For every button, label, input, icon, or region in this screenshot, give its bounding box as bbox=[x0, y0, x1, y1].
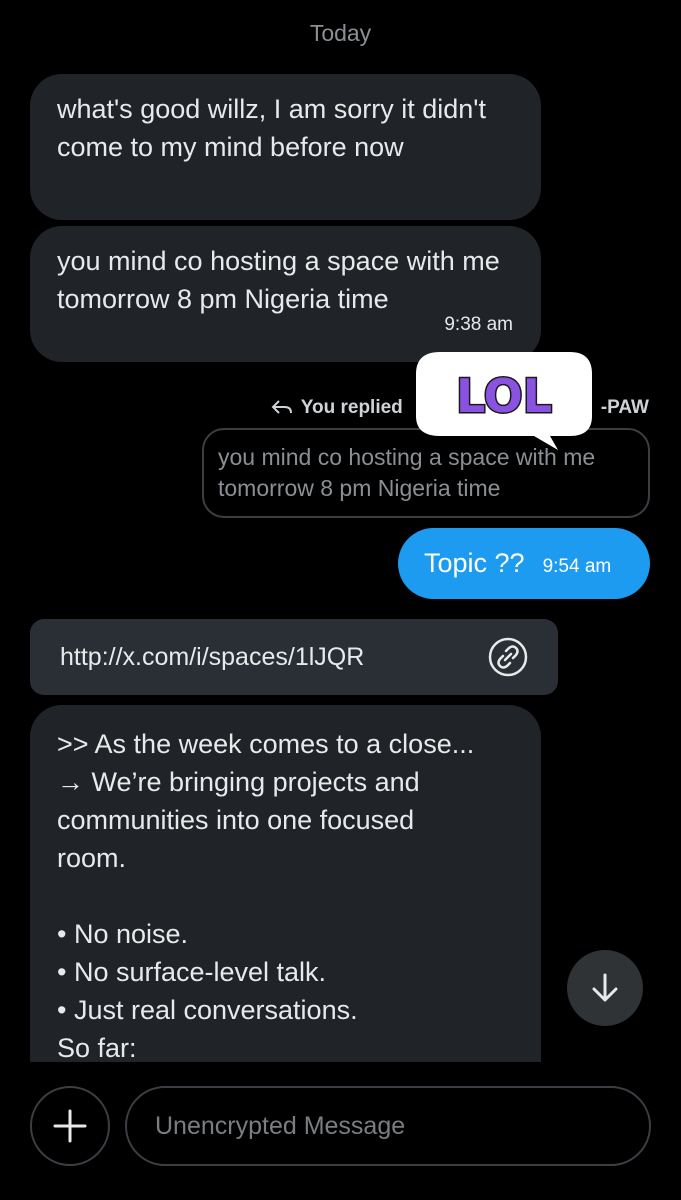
message-bubble-incoming[interactable]: you mind co hosting a space with me tomo… bbox=[30, 226, 541, 362]
message-text: what's good willz, I am sorry it didn't … bbox=[57, 94, 486, 162]
date-separator: Today bbox=[309, 20, 372, 46]
message-line: room. bbox=[57, 843, 127, 873]
composer-bar bbox=[0, 1062, 681, 1200]
link-icon bbox=[488, 637, 528, 677]
message-bubble-outgoing[interactable]: Topic ?? 9:54 am bbox=[398, 528, 650, 599]
message-input[interactable] bbox=[125, 1086, 651, 1166]
add-attachment-button[interactable] bbox=[30, 1086, 110, 1166]
message-timestamp: 9:38 am bbox=[444, 314, 513, 335]
message-bubble-incoming[interactable]: >> As the week comes to a close... → We’… bbox=[30, 705, 541, 1065]
message-bubble-incoming[interactable]: what's good willz, I am sorry it didn't … bbox=[30, 74, 541, 220]
message-line: So far: bbox=[57, 1033, 137, 1063]
scroll-to-bottom-button[interactable] bbox=[567, 950, 643, 1026]
message-line: • No noise. bbox=[57, 919, 189, 949]
sticker-text: LOL bbox=[456, 369, 552, 423]
reply-to-name: -PAW bbox=[600, 397, 649, 418]
reply-arrow-icon bbox=[271, 400, 292, 414]
link-preview-card[interactable]: http://x.com/i/spaces/1lJQR bbox=[30, 619, 558, 695]
message-timestamp: 9:54 am bbox=[542, 555, 612, 577]
message-line bbox=[57, 877, 514, 915]
arrow-down-icon bbox=[592, 973, 618, 1002]
link-url: http://x.com/i/spaces/1lJQR bbox=[60, 642, 365, 671]
plus-icon bbox=[53, 1109, 87, 1143]
message-text: Topic ?? bbox=[424, 548, 525, 578]
message-line: • Just real conversations. bbox=[57, 995, 358, 1025]
message-line: >> As the week comes to a close... bbox=[57, 729, 475, 759]
message-line: communities into one focused bbox=[57, 805, 415, 835]
lol-sticker: LOL bbox=[416, 346, 592, 450]
reply-label: You replied bbox=[300, 397, 403, 418]
message-line: → We’re bringing projects and bbox=[57, 767, 420, 797]
message-line: • No surface-level talk. bbox=[57, 957, 327, 987]
